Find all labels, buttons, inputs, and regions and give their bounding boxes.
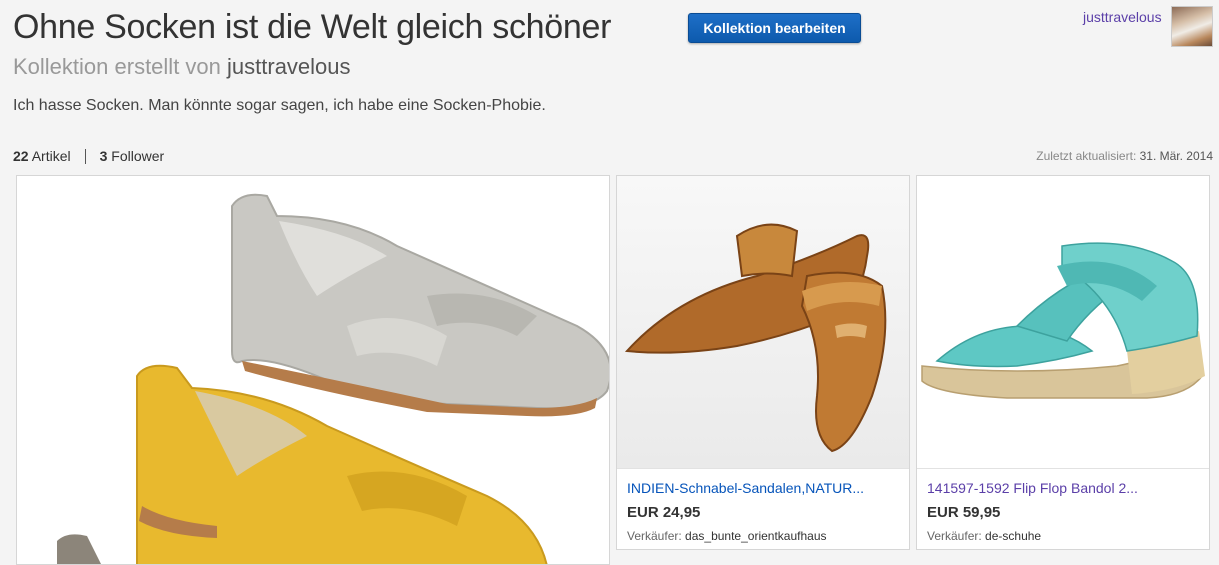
collection-subtitle: Kollektion erstellt von justtravelous — [13, 54, 351, 80]
stats-divider — [84, 148, 86, 164]
updated-label: Zuletzt aktualisiert — [1036, 149, 1133, 163]
collection-stats: 22 Artikel 3 Follower — [13, 148, 164, 164]
item-price: EUR 59,95 — [927, 504, 1001, 521]
items-count[interactable]: 22 Artikel — [13, 148, 71, 164]
item-info: 141597-1592 Flip Flop Bandol 2... EUR 59… — [927, 480, 1201, 543]
updated-date: 31. Mär. 2014 — [1139, 149, 1213, 163]
seller-name[interactable]: de-schuhe — [985, 529, 1041, 543]
item-price: EUR 24,95 — [627, 504, 701, 521]
seller-label: Verkäufer: — [627, 529, 682, 543]
user-avatar[interactable] — [1171, 6, 1213, 47]
seller-label: Verkäufer: — [927, 529, 982, 543]
last-updated: Zuletzt aktualisiert: 31. Mär. 2014 — [1036, 149, 1213, 163]
item-title-link[interactable]: INDIEN-Schnabel-Sandalen,NATUR... — [627, 480, 901, 496]
subtitle-prefix: Kollektion erstellt von — [13, 54, 221, 79]
user-profile-link[interactable]: justtravelous — [1083, 9, 1162, 25]
item-title-link[interactable]: 141597-1592 Flip Flop Bandol 2... — [927, 480, 1201, 496]
item-card[interactable]: INDIEN-Schnabel-Sandalen,NATUR... EUR 24… — [616, 175, 910, 550]
item-seller: Verkäufer: das_bunte_orientkaufhaus — [627, 529, 901, 543]
item-image-flats[interactable] — [17, 176, 609, 564]
item-card-featured[interactable] — [16, 175, 610, 565]
item-info: INDIEN-Schnabel-Sandalen,NATUR... EUR 24… — [627, 480, 901, 543]
edit-collection-button[interactable]: Kollektion bearbeiten — [688, 13, 861, 43]
collection-description: Ich hasse Socken. Man könnte sogar sagen… — [13, 97, 546, 114]
item-image-sandals[interactable] — [617, 176, 909, 469]
item-seller: Verkäufer: de-schuhe — [927, 529, 1201, 543]
collection-title: Ohne Socken ist die Welt gleich schöner — [13, 8, 612, 46]
owner-name: justtravelous — [227, 54, 351, 79]
seller-name[interactable]: das_bunte_orientkaufhaus — [685, 529, 826, 543]
followers-count[interactable]: 3 Follower — [100, 148, 165, 164]
item-image-wedge[interactable] — [917, 176, 1209, 469]
item-card[interactable]: 141597-1592 Flip Flop Bandol 2... EUR 59… — [916, 175, 1210, 550]
